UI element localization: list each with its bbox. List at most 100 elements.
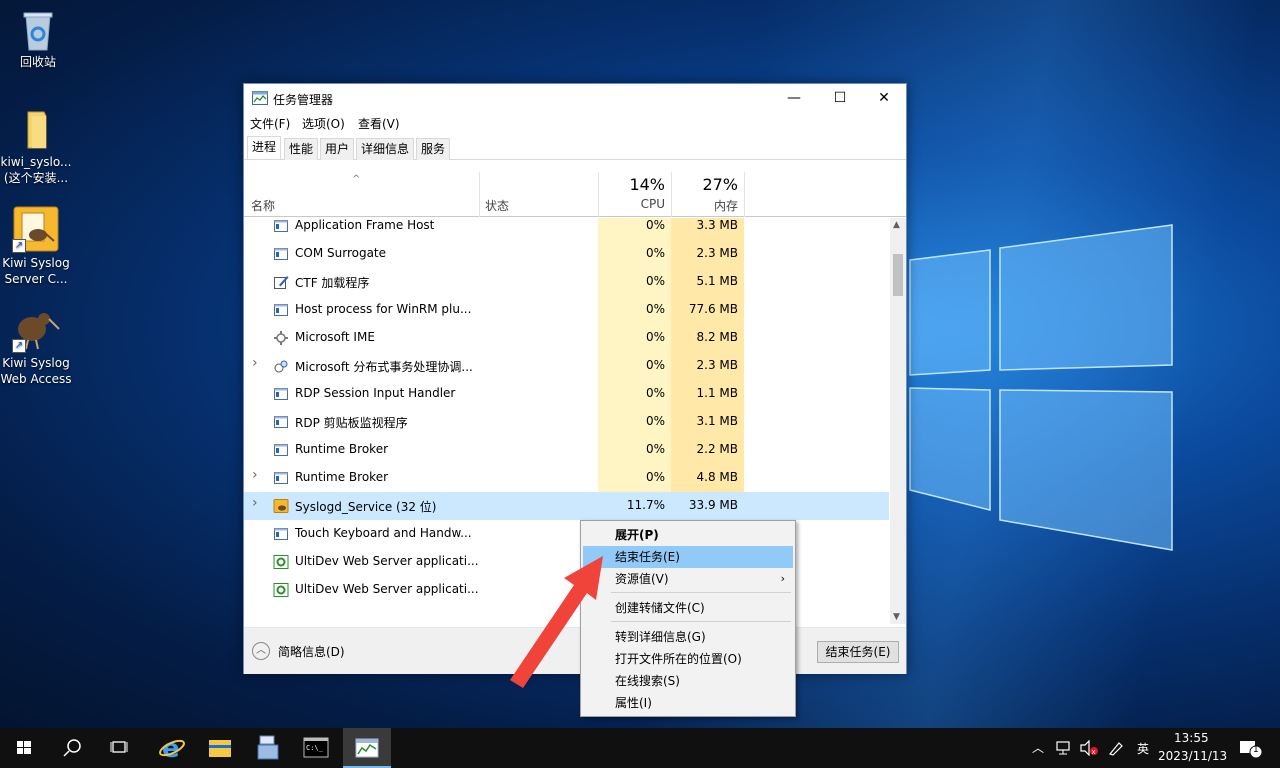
taskbar-search-button[interactable] xyxy=(48,728,96,768)
task-view-button[interactable] xyxy=(96,728,144,768)
taskbar: e C:\_ ︿ x 英 13:55 2023/11/13 1 xyxy=(0,728,1280,768)
tab-processes[interactable]: 进程 xyxy=(247,136,282,159)
table-row[interactable]: › Runtime Broker 0% 4.8 MB xyxy=(244,464,889,492)
clock-date[interactable]: 2023/11/13 xyxy=(1158,749,1227,763)
tab-performance[interactable]: 性能 xyxy=(284,138,319,160)
table-row[interactable]: Microsoft IME 0% 8.2 MB xyxy=(244,324,889,352)
volume-muted-icon[interactable]: x xyxy=(1079,740,1099,756)
table-row[interactable]: › Syslogd_Service (32 位) 11.7% 33.9 MB xyxy=(244,492,889,520)
chevron-right-icon[interactable]: › xyxy=(252,467,258,483)
maximize-button[interactable]: ☐ xyxy=(817,84,863,112)
taskbar-internet-explorer[interactable]: e xyxy=(148,728,196,768)
task-manager-icon xyxy=(252,91,268,105)
table-row[interactable]: Application Frame Host 0% 3.3 MB xyxy=(244,218,889,240)
cpu-total-percent[interactable]: 14% xyxy=(595,175,665,194)
window-app-icon xyxy=(274,472,288,484)
green-gear-icon xyxy=(273,583,289,597)
vertical-scrollbar[interactable]: ▲ ▼ xyxy=(890,218,906,624)
end-task-button[interactable]: 结束任务(E) xyxy=(817,641,899,663)
footer-bar: ︿ 简略信息(D) 结束任务(E) xyxy=(244,627,906,674)
pen-workspace-icon[interactable] xyxy=(1107,739,1125,757)
menu-view[interactable]: 查看(V) xyxy=(358,115,400,132)
process-name: Syslogd_Service (32 位) xyxy=(295,500,437,514)
file-explorer-icon xyxy=(209,740,231,757)
column-header-name[interactable]: 名称 xyxy=(251,197,275,214)
menu-item-search-online[interactable]: 在线搜索(S) xyxy=(583,670,793,692)
scrollbar-thumb[interactable] xyxy=(893,254,903,296)
process-name: RDP Session Input Handler xyxy=(295,386,456,400)
taskbar-task-manager[interactable] xyxy=(343,728,391,768)
process-name: Microsoft 分布式事务处理协调... xyxy=(295,360,473,374)
menu-separator xyxy=(611,621,791,622)
task-manager-window: 任务管理器 — ☐ ✕ 文件(F) 选项(O) 查看(V) 进程 性能 用户 详… xyxy=(243,83,907,674)
desktop-icon-kiwi-folder[interactable]: kiwi_syslo... (这个安装... xyxy=(0,108,72,186)
table-row[interactable]: › Microsoft 分布式事务处理协调... 0% 2.3 MB xyxy=(244,352,889,380)
desktop-icon-kiwi-syslog-server[interactable]: ↗ Kiwi Syslog Server C... xyxy=(0,205,72,287)
column-header-cpu[interactable]: CPU xyxy=(599,197,665,211)
start-button[interactable] xyxy=(0,728,48,768)
table-row[interactable]: CTF 加载程序 0% 5.1 MB xyxy=(244,268,889,296)
menu-options[interactable]: 选项(O) xyxy=(302,115,345,132)
process-cpu: 0% xyxy=(645,470,665,484)
network-icon[interactable] xyxy=(1055,740,1073,756)
task-manager-icon xyxy=(355,738,379,758)
table-row[interactable]: RDP 剪贴板监视程序 0% 3.1 MB xyxy=(244,408,889,436)
table-row[interactable]: RDP Session Input Handler 0% 1.1 MB xyxy=(244,380,889,408)
process-memory: 5.1 MB xyxy=(696,274,738,288)
chevron-up-icon[interactable]: ︿ xyxy=(252,642,270,660)
table-row[interactable]: Runtime Broker 0% 2.2 MB xyxy=(244,436,889,464)
desktop-icon-kiwi-syslog-web-access[interactable]: ↗ Kiwi Syslog Web Access xyxy=(0,305,72,387)
process-cpu: 11.7% xyxy=(598,498,665,512)
menu-item-properties[interactable]: 属性(I) xyxy=(583,692,793,714)
menu-item-end-task[interactable]: 结束任务(E) xyxy=(583,546,793,568)
menu-separator xyxy=(611,592,791,593)
chevron-right-icon[interactable]: › xyxy=(252,495,258,511)
process-name: Microsoft IME xyxy=(295,330,375,344)
minimize-button[interactable]: — xyxy=(771,84,817,112)
menu-file[interactable]: 文件(F) xyxy=(250,115,290,132)
column-header-memory[interactable]: 内存 xyxy=(672,197,738,214)
column-divider[interactable] xyxy=(479,172,480,217)
table-row[interactable]: COM Surrogate 0% 2.3 MB xyxy=(244,240,889,268)
scroll-up-icon[interactable]: ▲ xyxy=(893,220,900,230)
process-cpu: 0% xyxy=(645,330,665,344)
memory-total-percent[interactable]: 27% xyxy=(668,175,738,194)
notification-center-icon[interactable] xyxy=(1238,739,1264,759)
process-cpu: 0% xyxy=(645,414,665,428)
title-bar[interactable]: 任务管理器 — ☐ ✕ xyxy=(244,84,906,112)
table-row[interactable]: Host process for WinRM plu... 0% 77.6 MB xyxy=(244,296,889,324)
tab-services[interactable]: 服务 xyxy=(416,138,451,160)
close-button[interactable]: ✕ xyxy=(861,84,907,112)
process-cpu: 0% xyxy=(645,302,665,316)
desktop-icon-label: Server C... xyxy=(4,272,68,286)
taskbar-command-prompt[interactable]: C:\_ xyxy=(292,728,340,768)
chevron-right-icon[interactable]: › xyxy=(252,355,258,371)
menu-item-go-to-details[interactable]: 转到详细信息(G) xyxy=(583,626,793,648)
windows-logo-wallpaper xyxy=(909,224,1173,551)
tray-overflow-chevron-icon[interactable]: ︿ xyxy=(1032,739,1044,756)
tab-details[interactable]: 详细信息 xyxy=(356,138,415,160)
menu-item-open-file-location[interactable]: 打开文件所在的位置(O) xyxy=(583,648,793,670)
process-memory: 2.3 MB xyxy=(696,246,738,260)
scroll-down-icon[interactable]: ▼ xyxy=(893,612,900,622)
desktop-icon-label: Web Access xyxy=(0,372,72,386)
clock-time[interactable]: 13:55 xyxy=(1174,731,1209,745)
process-memory: 1.1 MB xyxy=(696,386,738,400)
menu-item-expand[interactable]: 展开(P) xyxy=(583,524,793,546)
tab-users[interactable]: 用户 xyxy=(320,138,355,160)
taskbar-server-manager[interactable] xyxy=(244,728,292,768)
desktop-icon-label: kiwi_syslo... xyxy=(0,155,72,169)
taskbar-file-explorer[interactable] xyxy=(196,728,244,768)
ime-language-indicator[interactable]: 英 xyxy=(1137,740,1149,757)
menu-item-resource-values[interactable]: 资源值(V) › xyxy=(583,568,793,590)
process-cpu: 0% xyxy=(645,274,665,288)
pen-notepad-icon xyxy=(274,276,289,289)
menu-item-create-dump[interactable]: 创建转储文件(C) xyxy=(583,597,793,619)
column-header-status[interactable]: 状态 xyxy=(485,197,509,214)
internet-explorer-icon: e xyxy=(159,734,185,764)
column-divider[interactable] xyxy=(744,172,745,217)
folder-icon xyxy=(14,108,58,152)
fewer-details-link[interactable]: 简略信息(D) xyxy=(278,643,345,660)
desktop-icon-recycle-bin[interactable]: 回收站 xyxy=(2,8,74,70)
process-name: RDP 剪贴板监视程序 xyxy=(295,416,408,430)
